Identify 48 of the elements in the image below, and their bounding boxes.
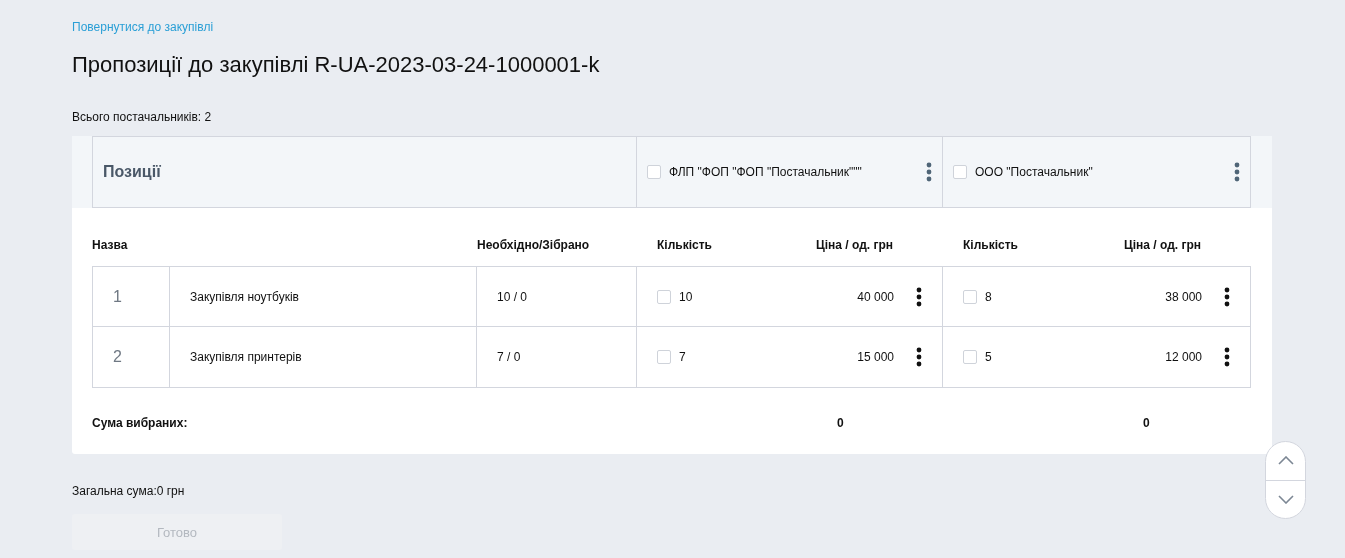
more-options-button[interactable] xyxy=(1224,286,1230,307)
checkbox[interactable] xyxy=(963,289,977,304)
suppliers-count: Всього постачальників: 2 xyxy=(72,109,213,127)
chevron-down-icon xyxy=(1277,494,1294,504)
checkbox[interactable] xyxy=(657,289,671,304)
page-title: Пропозиції до закупівлі R-UA-2023-03-24-1000001-k xyxy=(72,52,601,79)
more-options-button[interactable] xyxy=(916,347,922,368)
kebab-icon xyxy=(1234,162,1240,183)
offer-price: 12 000 xyxy=(1165,349,1202,367)
more-options-button[interactable] xyxy=(1224,347,1230,368)
item-name: Закупівля ноутбуків xyxy=(190,288,299,306)
offer-price: 38 000 xyxy=(1165,288,1202,306)
kebab-icon xyxy=(916,286,922,307)
column-header: Необхідно/Зібрано xyxy=(477,238,590,253)
column-header: Кількість xyxy=(657,237,712,255)
offer-quantity: 8 xyxy=(985,288,992,306)
item-name: Закупівля принтерів xyxy=(190,349,302,367)
kebab-icon xyxy=(1224,286,1230,307)
chevron-up-icon xyxy=(1277,456,1294,466)
supplier-name: ООО "Постачальник" xyxy=(975,164,1093,182)
supplier-name: ФЛП "ФОП "ФОП "Постачальник""" xyxy=(669,164,862,182)
column-header: Ціна / од. грн xyxy=(1123,237,1201,255)
checkbox[interactable] xyxy=(953,165,967,180)
more-options-button[interactable] xyxy=(916,286,922,307)
offer-quantity: 5 xyxy=(985,349,992,367)
checkbox[interactable] xyxy=(657,350,671,365)
kebab-icon xyxy=(1224,347,1230,368)
checkbox[interactable] xyxy=(647,165,661,180)
offer-price: 40 000 xyxy=(857,288,894,306)
column-header: Назва xyxy=(92,238,128,253)
column-header: Ціна / од. грн xyxy=(815,237,893,255)
sum-value: 0 xyxy=(837,416,844,431)
offer-quantity: 7 xyxy=(679,349,686,367)
needed-collected: 7 / 0 xyxy=(497,349,521,367)
back-link[interactable]: Повернутися до закупівлі xyxy=(72,20,214,34)
kebab-icon xyxy=(926,162,932,183)
offer-price: 15 000 xyxy=(857,349,894,367)
column-header: Кількість xyxy=(963,237,1018,255)
offer-quantity: 10 xyxy=(679,288,693,306)
needed-collected: 10 / 0 xyxy=(497,288,528,306)
total-sum: Загальна сума:0 грн xyxy=(72,483,186,501)
sum-label: Сума вибраних: xyxy=(92,416,188,431)
row-number: 1 xyxy=(112,286,122,307)
kebab-icon xyxy=(916,347,922,368)
sum-value: 0 xyxy=(1143,416,1150,431)
row-number: 2 xyxy=(112,347,122,368)
positions-title: Позиції xyxy=(103,162,161,183)
checkbox[interactable] xyxy=(963,350,977,365)
